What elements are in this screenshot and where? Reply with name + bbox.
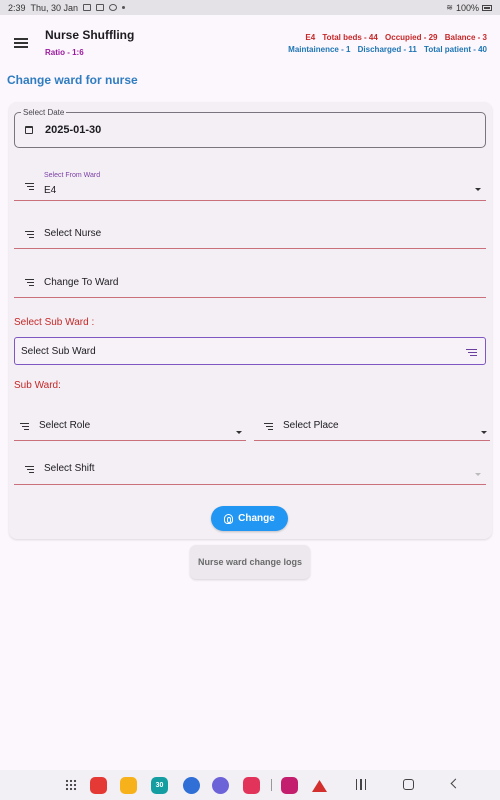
filter-icon — [25, 231, 34, 238]
balance-count: Balance - 3 — [444, 33, 487, 42]
back-icon[interactable] — [450, 778, 461, 789]
app-drawer-icon[interactable] — [65, 779, 77, 791]
recents-icon[interactable] — [356, 779, 366, 790]
dock-divider — [271, 779, 272, 791]
calendar-app-icon[interactable]: 30 — [151, 777, 168, 794]
filter-icon — [25, 183, 34, 190]
internet-icon[interactable] — [212, 777, 229, 794]
menu-icon[interactable] — [14, 38, 28, 48]
notification-dot-icon — [122, 6, 126, 9]
total-patient-count: Total patient - 40 — [424, 45, 487, 54]
total-beds: Total beds - 44 — [322, 33, 378, 42]
nurse-ward-change-logs-button[interactable]: Nurse ward change logs — [190, 545, 310, 579]
to-ward-placeholder: Change To Ward — [44, 277, 119, 288]
shift-dropdown[interactable]: Select Shift — [14, 456, 486, 485]
app-bar: Nurse Shuffling Ratio - 1:6 E4 Total bed… — [0, 15, 500, 67]
filter-icon — [466, 349, 477, 356]
flower-icon[interactable] — [281, 777, 298, 794]
from-ward-value: E4 — [44, 185, 57, 196]
ward-code: E4 — [305, 33, 316, 42]
chevron-down-icon — [475, 188, 481, 191]
sync-icon — [109, 4, 118, 11]
sub-ward-select-value: Select Sub Ward — [21, 346, 96, 357]
nurse-placeholder: Select Nurse — [44, 228, 102, 239]
home-icon[interactable] — [403, 779, 414, 790]
shift-placeholder: Select Shift — [44, 463, 95, 474]
page-title: Nurse Shuffling — [45, 28, 135, 42]
nurse-dropdown[interactable]: Select Nurse — [14, 220, 486, 249]
discharged-count: Discharged - 11 — [357, 45, 417, 54]
ratio-label: Ratio - 1:6 — [45, 48, 84, 57]
calendar-icon — [25, 126, 33, 134]
status-date: Thu, 30 Jan — [30, 2, 79, 13]
ward-stats: E4 Total beds - 44 Occupied - 29 Balance… — [283, 32, 487, 56]
gallery-icon — [83, 4, 92, 11]
change-button[interactable]: Change — [211, 506, 288, 531]
section-title: Change ward for nurse — [7, 73, 138, 87]
role-placeholder: Select Role — [39, 420, 91, 431]
place-dropdown[interactable]: Select Place — [254, 413, 490, 441]
sub-ward-label: Sub Ward: — [14, 380, 61, 391]
from-ward-dropdown[interactable]: Select From Ward E4 — [14, 168, 486, 201]
mail-icon — [96, 4, 105, 11]
chevron-down-icon — [236, 431, 242, 434]
ward-stats-row2: Maintainence - 1 Discharged - 11 Total p… — [283, 44, 487, 56]
filter-icon — [25, 466, 34, 473]
wifi-icon: ≋ — [446, 3, 453, 12]
battery-percent: 100% — [455, 2, 479, 13]
app-icon-red[interactable] — [90, 777, 107, 794]
to-ward-dropdown[interactable]: Change To Ward — [14, 268, 486, 298]
date-value: 2025-01-30 — [45, 124, 102, 136]
filter-icon — [25, 279, 34, 286]
logo-app-icon[interactable] — [311, 777, 328, 794]
maintenance-count: Maintainence - 1 — [288, 45, 351, 54]
ward-stats-row1: E4 Total beds - 44 Occupied - 29 Balance… — [283, 32, 487, 44]
occupied-count: Occupied - 29 — [385, 33, 438, 42]
sub-ward-heading: Select Sub Ward : — [14, 317, 95, 328]
folder-icon[interactable] — [120, 777, 137, 794]
from-ward-label: Select From Ward — [44, 172, 101, 179]
battery-icon — [482, 4, 492, 11]
sub-ward-select[interactable]: Select Sub Ward — [14, 337, 486, 365]
role-dropdown[interactable]: Select Role — [14, 413, 246, 441]
change-button-label: Change — [238, 513, 275, 524]
filter-icon — [264, 423, 273, 430]
chevron-down-icon — [475, 473, 481, 476]
place-placeholder: Select Place — [283, 420, 339, 431]
filter-icon — [20, 423, 29, 430]
date-field[interactable]: Select Date 2025-01-30 — [14, 108, 486, 148]
status-bar: 2:39 Thu, 30 Jan ≋ 100% — [0, 0, 500, 15]
camera-icon[interactable] — [243, 777, 260, 794]
chevron-down-icon — [481, 431, 487, 434]
fingerprint-icon — [224, 513, 234, 524]
messages-icon[interactable] — [183, 777, 200, 794]
status-time: 2:39 — [8, 2, 26, 13]
date-field-label: Select Date — [21, 108, 67, 117]
navigation-bar: 30 — [0, 770, 500, 800]
